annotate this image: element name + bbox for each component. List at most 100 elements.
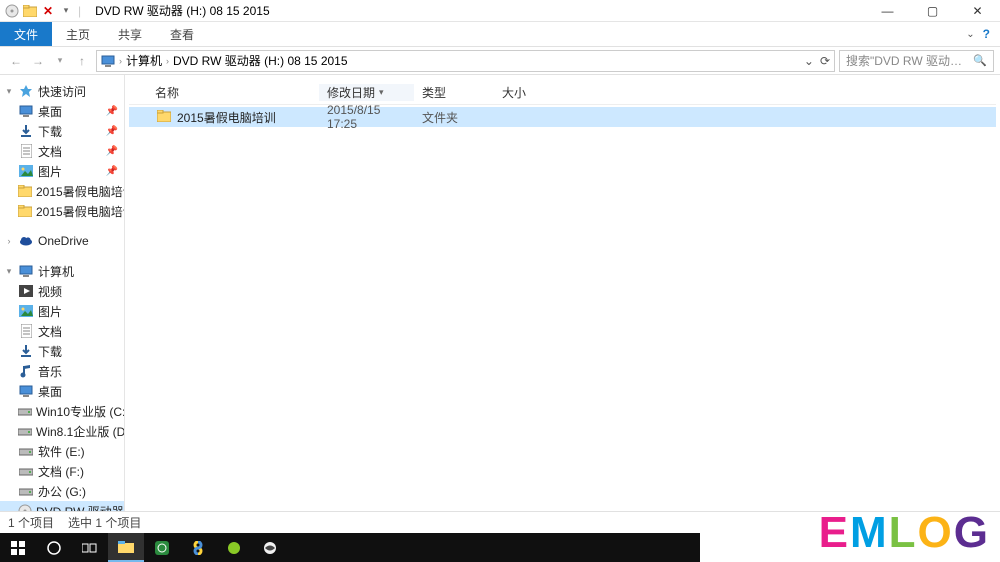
address-bar[interactable]: › 计算机 › DVD RW 驱动器 (H:) 08 15 2015 ⌄ ⟳ <box>96 50 835 72</box>
tree-label: 文档 <box>38 323 62 340</box>
help-button[interactable]: ? <box>983 27 990 41</box>
maximize-button[interactable]: ▢ <box>910 0 955 22</box>
tree-label: Win10专业版 (C:) <box>36 403 125 420</box>
tree-item[interactable]: 下载 <box>0 341 124 361</box>
folder-icon <box>18 183 32 199</box>
tree-quick-access[interactable]: ▾ 快速访问 <box>0 81 124 101</box>
ribbon-right: ⌄ ? <box>956 22 1000 46</box>
file-list-pane: 名称 修改日期▾ 类型 大小 2015暑假电脑培训2015/8/15 17:25… <box>125 75 1000 511</box>
addressbar-right: ⌄ ⟳ <box>804 54 830 68</box>
search-input[interactable]: 搜索"DVD RW 驱动器 (H:) 0... 🔍 <box>839 50 994 72</box>
tree-item[interactable]: 音乐 <box>0 361 124 381</box>
file-row[interactable]: 2015暑假电脑培训2015/8/15 17:25文件夹 <box>129 107 996 127</box>
cortana-button[interactable] <box>36 533 72 562</box>
pin-icon: 📌 <box>106 146 118 157</box>
tree-item[interactable]: 办公 (G:) <box>0 481 124 501</box>
tab-view[interactable]: 查看 <box>156 22 208 46</box>
tree-item[interactable]: 软件 (E:) <box>0 441 124 461</box>
pin-icon: 📌 <box>106 166 118 177</box>
drive-icon <box>18 403 32 419</box>
tab-file[interactable]: 文件 <box>0 22 52 46</box>
column-name[interactable]: 名称 <box>129 84 319 101</box>
tree-item[interactable]: 2015暑假电脑培训 <box>0 181 124 201</box>
up-button[interactable]: ↑ <box>72 51 92 71</box>
column-type[interactable]: 类型 <box>414 84 494 101</box>
minimize-button[interactable]: — <box>865 0 910 22</box>
tree-item[interactable]: 视频 <box>0 281 124 301</box>
tree-item[interactable]: 桌面📌 <box>0 101 124 121</box>
tree-item[interactable]: Win10专业版 (C:) <box>0 401 124 421</box>
search-icon: 🔍 <box>973 54 987 67</box>
tree-item[interactable]: 2015暑假电脑培训 <box>0 201 124 221</box>
pc-icon <box>101 55 115 67</box>
quick-access-toolbar: ✕ ▾ | <box>0 3 87 19</box>
tree-item[interactable]: 文档📌 <box>0 141 124 161</box>
file-name: 2015暑假电脑培训 <box>177 109 276 126</box>
tree-label: 桌面 <box>38 103 62 120</box>
drive-icon <box>18 423 32 439</box>
address-dropdown-icon[interactable]: ⌄ <box>804 54 814 68</box>
chevron-down-icon[interactable]: ▾ <box>4 266 14 277</box>
taskbar-app-3[interactable] <box>216 533 252 562</box>
window-controls: — ▢ ✕ <box>865 0 1000 22</box>
tree-item[interactable]: Win8.1企业版 (D:) <box>0 421 124 441</box>
refresh-button[interactable]: ⟳ <box>820 54 830 68</box>
breadcrumb-current[interactable]: DVD RW 驱动器 (H:) 08 15 2015 <box>173 52 348 69</box>
navigation-bar: ← → ▾ ↑ › 计算机 › DVD RW 驱动器 (H:) 08 15 20… <box>0 47 1000 75</box>
tree-computer[interactable]: ▾ 计算机 <box>0 261 124 281</box>
titlebar: ✕ ▾ | DVD RW 驱动器 (H:) 08 15 2015 — ▢ ✕ <box>0 0 1000 22</box>
status-item-count: 1 个项目 <box>8 514 54 531</box>
desktop-icon <box>18 103 34 119</box>
navigation-tree: ▾ 快速访问 桌面📌下载📌文档📌图片📌2015暑假电脑培训2015暑假电脑培训 … <box>0 75 125 511</box>
file-type: 文件夹 <box>414 109 494 126</box>
status-selected-count: 选中 1 个项目 <box>68 514 141 531</box>
chevron-right-icon[interactable]: › <box>4 236 14 246</box>
tree-label: 计算机 <box>38 263 74 280</box>
qat-dropdown-icon[interactable]: ▾ <box>58 3 74 19</box>
column-headers: 名称 修改日期▾ 类型 大小 <box>129 81 996 105</box>
tree-item[interactable]: DVD RW 驱动器 (H <box>0 501 124 511</box>
delete-icon[interactable]: ✕ <box>40 3 56 19</box>
ribbon-expand-icon[interactable]: ⌄ <box>966 29 974 40</box>
start-button[interactable] <box>0 533 36 562</box>
tab-share[interactable]: 共享 <box>104 22 156 46</box>
taskbar-app-4[interactable] <box>252 533 288 562</box>
breadcrumb-computer[interactable]: 计算机 <box>126 52 162 69</box>
document-icon <box>18 143 34 159</box>
tab-home[interactable]: 主页 <box>52 22 104 46</box>
tree-item[interactable]: 图片 <box>0 301 124 321</box>
taskbar-app-2[interactable] <box>180 533 216 562</box>
taskbar-app-1[interactable] <box>144 533 180 562</box>
picture-icon <box>18 303 34 319</box>
pin-icon: 📌 <box>106 126 118 137</box>
folder-icon <box>18 203 32 219</box>
tree-item[interactable]: 桌面 <box>0 381 124 401</box>
tree-label: 2015暑假电脑培训 <box>36 183 125 200</box>
forward-button[interactable]: → <box>28 51 48 71</box>
recent-dropdown[interactable]: ▾ <box>50 51 70 71</box>
tree-item[interactable]: 下载📌 <box>0 121 124 141</box>
search-placeholder: 搜索"DVD RW 驱动器 (H:) 0... <box>846 52 973 69</box>
chevron-right-icon[interactable]: › <box>119 56 122 66</box>
drive-icon <box>18 443 34 459</box>
close-button[interactable]: ✕ <box>955 0 1000 22</box>
tree-label: 音乐 <box>38 363 62 380</box>
taskbar-explorer[interactable] <box>108 533 144 562</box>
tree-item[interactable]: 文档 <box>0 321 124 341</box>
back-button[interactable]: ← <box>6 51 26 71</box>
chevron-down-icon[interactable]: ▾ <box>4 86 14 97</box>
taskview-button[interactable] <box>72 533 108 562</box>
tree-item[interactable]: 文档 (F:) <box>0 461 124 481</box>
chevron-right-icon[interactable]: › <box>166 56 169 66</box>
tree-label: 下载 <box>38 343 62 360</box>
cloud-icon <box>18 233 34 249</box>
drive-icon <box>18 463 34 479</box>
tree-onedrive[interactable]: › OneDrive <box>0 231 124 251</box>
sort-arrow-icon: ▾ <box>379 87 384 98</box>
column-size[interactable]: 大小 <box>494 84 554 101</box>
tree-item[interactable]: 图片📌 <box>0 161 124 181</box>
music-icon <box>18 363 34 379</box>
column-date[interactable]: 修改日期▾ <box>319 84 414 101</box>
window-title: DVD RW 驱动器 (H:) 08 15 2015 <box>95 2 270 19</box>
tree-label: 文档 (F:) <box>38 463 84 480</box>
